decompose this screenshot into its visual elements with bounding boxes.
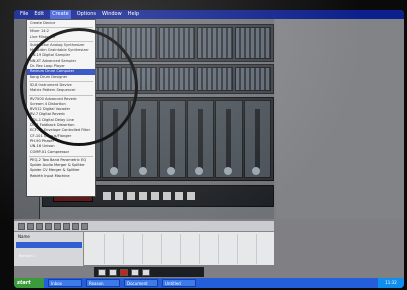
knob[interactable] — [252, 167, 261, 175]
create-menu-dropdown: Create Device Mixer 14:2 Line Mixer 6:2 Sub… — [26, 19, 96, 197]
rack-slot[interactable] — [235, 27, 271, 59]
mixer-channel[interactable] — [158, 100, 186, 178]
step-pad[interactable] — [151, 192, 159, 200]
rack-slot[interactable] — [121, 27, 157, 59]
menu-separator — [29, 94, 93, 96]
step-pad[interactable] — [103, 192, 111, 200]
sequencer-toolbar — [14, 221, 274, 231]
mixer-channel[interactable] — [186, 100, 215, 178]
start-button[interactable]: start — [14, 278, 44, 288]
rack-slot[interactable] — [121, 67, 157, 91]
monitor-screen: File Edit Create Options Window Help Cre… — [14, 10, 404, 288]
track-list: Name Redrum 1 — [14, 232, 84, 266]
system-clock: 11:32 — [378, 278, 404, 288]
knob[interactable] — [223, 167, 232, 175]
rack-slot[interactable] — [197, 67, 233, 91]
mixer-channel[interactable] — [130, 100, 158, 178]
knob[interactable] — [110, 167, 119, 175]
select-tool-icon[interactable] — [18, 222, 25, 230]
fast-forward-icon[interactable] — [142, 268, 150, 276]
fader[interactable] — [198, 109, 204, 169]
taskbar-item[interactable]: Document — [124, 279, 158, 287]
magnify-tool-icon[interactable] — [63, 222, 70, 230]
track-header-label: Name — [18, 234, 30, 239]
fader[interactable] — [254, 109, 260, 169]
eraser-tool-icon[interactable] — [36, 222, 43, 230]
menu-create[interactable]: Create — [50, 10, 71, 19]
knob[interactable] — [195, 167, 204, 175]
photo-frame: File Edit Create Options Window Help Cre… — [0, 0, 407, 290]
menu-separator — [29, 40, 93, 42]
create-menu-item[interactable]: Create Device — [27, 21, 95, 26]
rewind-icon[interactable] — [131, 268, 139, 276]
play-icon[interactable] — [109, 268, 117, 276]
menu-options[interactable]: Options — [77, 10, 96, 19]
snap-icon[interactable] — [81, 222, 88, 230]
empty-rack-area — [276, 19, 404, 219]
step-pad[interactable] — [175, 192, 183, 200]
rack-slot[interactable] — [197, 27, 233, 59]
create-menu-item[interactable]: Rebirth Input Machine — [27, 174, 95, 179]
menu-edit[interactable]: Edit — [34, 10, 44, 19]
create-menu-item[interactable]: Kong Drum Designer — [27, 75, 95, 80]
menu-separator — [29, 27, 93, 29]
step-pad[interactable] — [187, 192, 195, 200]
create-menu-item[interactable]: ECF-42 Envelope Controlled Filter — [27, 128, 95, 133]
fader[interactable] — [226, 109, 232, 169]
windows-taskbar: start Inbox Reason Document Untitled 11:… — [14, 278, 404, 288]
rack-slot[interactable] — [159, 27, 195, 59]
step-pad[interactable] — [139, 192, 147, 200]
knob[interactable] — [167, 167, 176, 175]
fader[interactable] — [141, 109, 147, 169]
menu-file[interactable]: File — [20, 10, 28, 19]
sequencer-tracks: Name Redrum 1 — [14, 231, 274, 266]
create-menu-item[interactable]: Matrix Pattern Sequencer — [27, 88, 95, 93]
rack-slot[interactable] — [159, 67, 195, 91]
stop-icon[interactable] — [98, 268, 106, 276]
arrangement-timeline[interactable] — [86, 234, 272, 264]
step-pad[interactable] — [115, 192, 123, 200]
mute-tool-icon[interactable] — [54, 222, 61, 230]
mixer-channel[interactable] — [243, 100, 271, 178]
menu-window[interactable]: Window — [102, 10, 122, 19]
taskbar-item[interactable]: Inbox — [48, 279, 82, 287]
menu-separator — [29, 80, 93, 82]
record-icon[interactable] — [120, 268, 128, 276]
create-menu-item[interactable]: Line Mixer 6:2 — [27, 35, 95, 40]
rack-slot[interactable] — [235, 67, 271, 91]
taskbar-item[interactable]: Untitled — [162, 279, 196, 287]
mixer-channel[interactable] — [215, 100, 243, 178]
mixer-channel[interactable] — [101, 100, 130, 178]
fader[interactable] — [169, 109, 175, 169]
step-pad[interactable] — [163, 192, 171, 200]
step-pad[interactable] — [127, 192, 135, 200]
menu-bar: File Edit Create Options Window Help — [14, 10, 404, 19]
track-name: Redrum 1 — [19, 254, 37, 258]
menu-separator — [29, 155, 93, 157]
hand-tool-icon[interactable] — [72, 222, 79, 230]
track-row[interactable]: Redrum 1 — [16, 242, 82, 258]
create-menu-item[interactable]: COMP-01 Compressor — [27, 150, 95, 155]
pencil-tool-icon[interactable] — [27, 222, 34, 230]
fader[interactable] — [112, 109, 118, 169]
knob[interactable] — [138, 167, 147, 175]
menu-help[interactable]: Help — [128, 10, 139, 19]
taskbar-item[interactable]: Reason — [86, 279, 120, 287]
transport-panel — [94, 267, 204, 277]
razor-tool-icon[interactable] — [45, 222, 52, 230]
